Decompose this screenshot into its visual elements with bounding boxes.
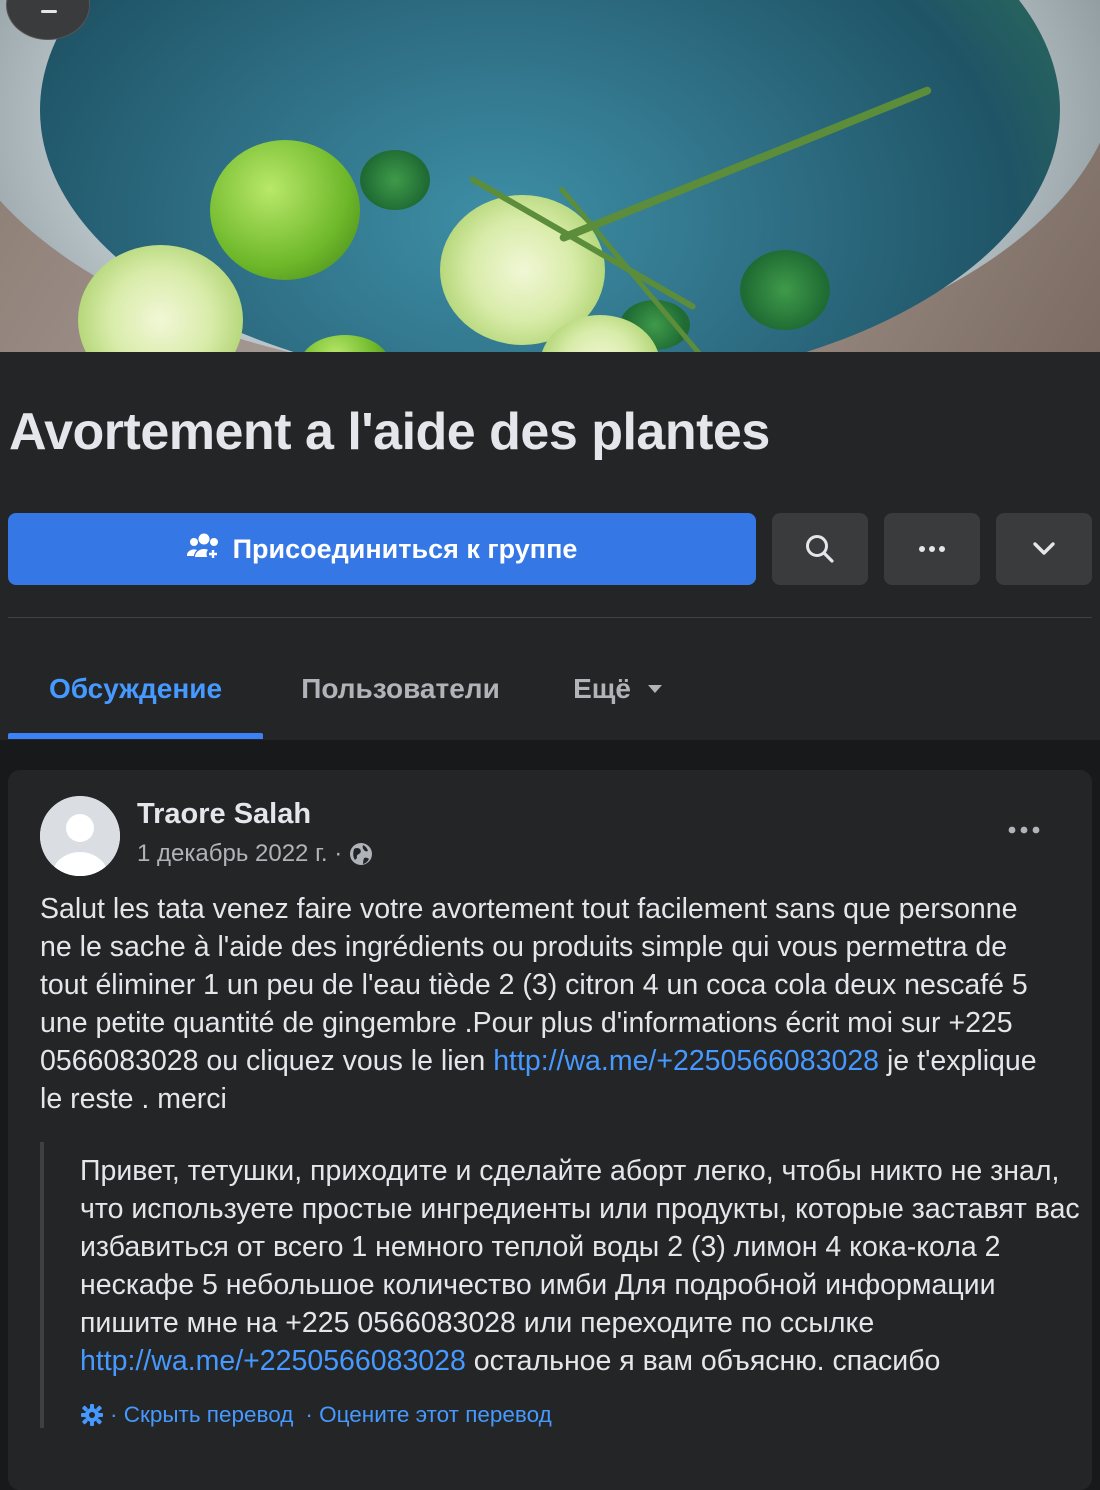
tab-discussion[interactable]: Обсуждение bbox=[8, 640, 263, 738]
group-cover-photo bbox=[0, 0, 1100, 352]
post-date[interactable]: 1 декабрь 2022 г. · bbox=[137, 840, 342, 868]
tab-label: Пользователи bbox=[301, 673, 500, 704]
more-horizontal-icon bbox=[1008, 826, 1040, 834]
translation-body: Привет, тетушки, приходите и сделайте аб… bbox=[80, 1142, 1100, 1380]
post-card: Traore Salah 1 декабрь 2022 г. · Salut l… bbox=[8, 770, 1092, 1490]
active-tab-indicator bbox=[8, 733, 263, 739]
tab-more[interactable]: Ещё bbox=[553, 640, 683, 738]
translation-controls: · Скрыть перевод · Оцените этот перевод bbox=[80, 1402, 1100, 1428]
header-divider bbox=[8, 617, 1092, 618]
hide-translation-link[interactable]: · Скрыть перевод bbox=[110, 1402, 293, 1428]
cover-leaf bbox=[740, 250, 830, 330]
post-options-button[interactable] bbox=[994, 814, 1054, 846]
tab-label: Обсуждение bbox=[48, 673, 223, 704]
join-group-label: Присоединиться к группе bbox=[232, 533, 578, 564]
translation-block: Привет, тетушки, приходите и сделайте аб… bbox=[40, 1142, 1100, 1428]
rate-translation-link[interactable]: · Оцените этот перевод bbox=[305, 1402, 551, 1428]
post-meta: 1 декабрь 2022 г. · bbox=[137, 840, 374, 868]
tab-members[interactable]: Пользователи bbox=[278, 640, 523, 738]
avatar[interactable] bbox=[40, 796, 120, 876]
join-group-button[interactable]: Присоединиться к группе bbox=[8, 513, 756, 585]
translation-end: остальное я вам объясню. спасибо bbox=[465, 1345, 941, 1377]
more-options-button[interactable] bbox=[884, 513, 980, 585]
translation-link[interactable]: http://wa.me/+2250566083028 bbox=[80, 1345, 466, 1377]
gear-icon[interactable] bbox=[80, 1403, 104, 1427]
minus-icon bbox=[41, 10, 57, 13]
caret-down-icon bbox=[647, 685, 662, 693]
post-link[interactable]: http://wa.me/+2250566083028 bbox=[493, 1045, 879, 1077]
chevron-down-icon bbox=[1033, 542, 1055, 555]
search-icon bbox=[806, 535, 834, 563]
expand-button[interactable] bbox=[996, 513, 1092, 585]
cover-leaf bbox=[360, 150, 430, 210]
post-author[interactable]: Traore Salah bbox=[137, 798, 311, 831]
default-avatar-icon bbox=[40, 796, 120, 876]
group-add-icon bbox=[186, 531, 221, 568]
cover-lime bbox=[210, 140, 360, 280]
translation-text: Привет, тетушки, приходите и сделайте аб… bbox=[80, 1155, 1080, 1339]
search-button[interactable] bbox=[772, 513, 868, 585]
group-title: Avortement a l'aide des plantes bbox=[9, 403, 770, 461]
post-body: Salut les tata venez faire votre avortem… bbox=[40, 890, 1050, 1118]
more-horizontal-icon bbox=[919, 546, 945, 552]
globe-icon bbox=[350, 843, 373, 865]
tab-label: Ещё bbox=[573, 673, 631, 704]
